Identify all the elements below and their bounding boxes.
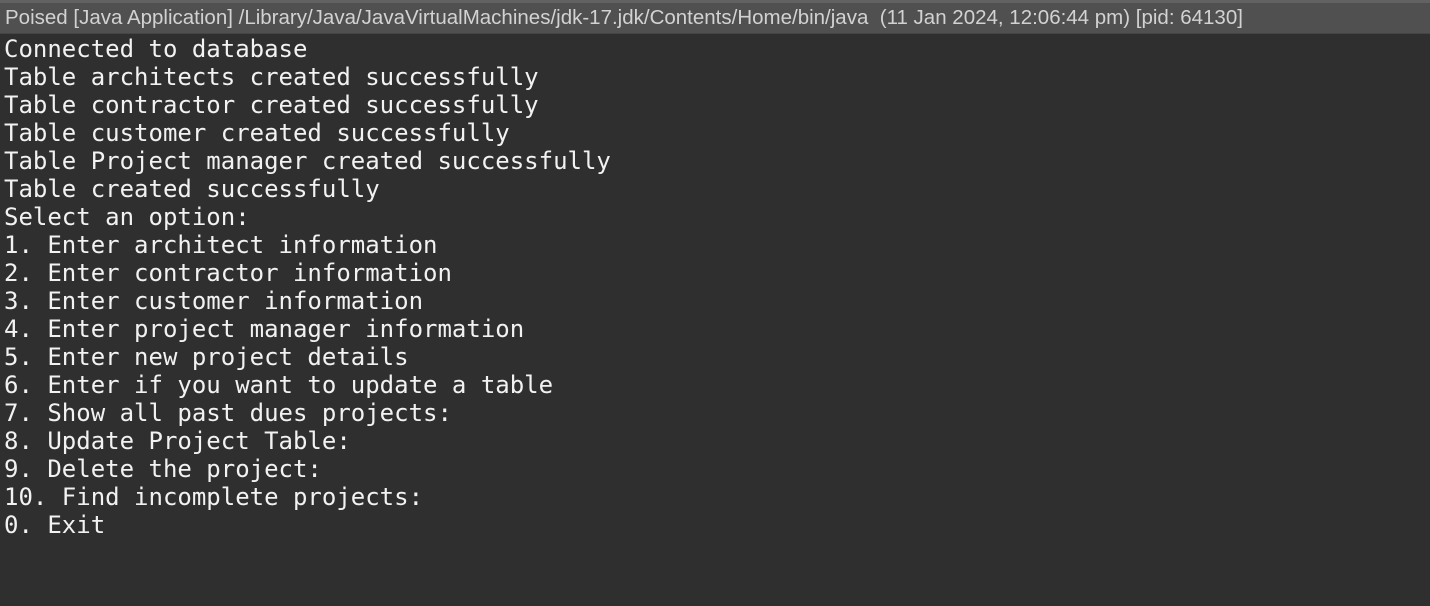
console-line: 2. Enter contractor information	[4, 259, 452, 287]
console-line: 7. Show all past dues projects:	[4, 399, 452, 427]
console-title: Poised [Java Application] /Library/Java/…	[5, 6, 1243, 29]
console-line: 5. Enter new project details	[4, 343, 409, 371]
console-line: Connected to database	[4, 35, 308, 63]
console-line: 8. Update Project Table:	[4, 427, 351, 455]
console-line: 3. Enter customer information	[4, 287, 424, 315]
console-line: 6. Enter if you want to update a table	[4, 371, 554, 399]
console-line: 0. Exit	[4, 511, 106, 539]
console-line: Select an option:	[4, 203, 250, 231]
console-output[interactable]: Connected to database Table architects c…	[4, 35, 1430, 539]
console-line: Table customer created successfully	[4, 119, 510, 147]
console-line: Table Project manager created successful…	[4, 147, 611, 175]
console-line: Table created successfully	[4, 175, 380, 203]
console-line: 4. Enter project manager information	[4, 315, 525, 343]
console-line: 10. Find incomplete projects:	[4, 483, 424, 511]
console-title-bar: Poised [Java Application] /Library/Java/…	[0, 0, 1430, 34]
console-view[interactable]: Poised [Java Application] /Library/Java/…	[0, 0, 1430, 606]
console-line: 9. Delete the project:	[4, 455, 322, 483]
console-line: Table contractor created successfully	[4, 91, 539, 119]
console-line: 1. Enter architect information	[4, 231, 438, 259]
console-line: Table architects created successfully	[4, 63, 539, 91]
title-bar-divider	[0, 0, 1430, 3]
